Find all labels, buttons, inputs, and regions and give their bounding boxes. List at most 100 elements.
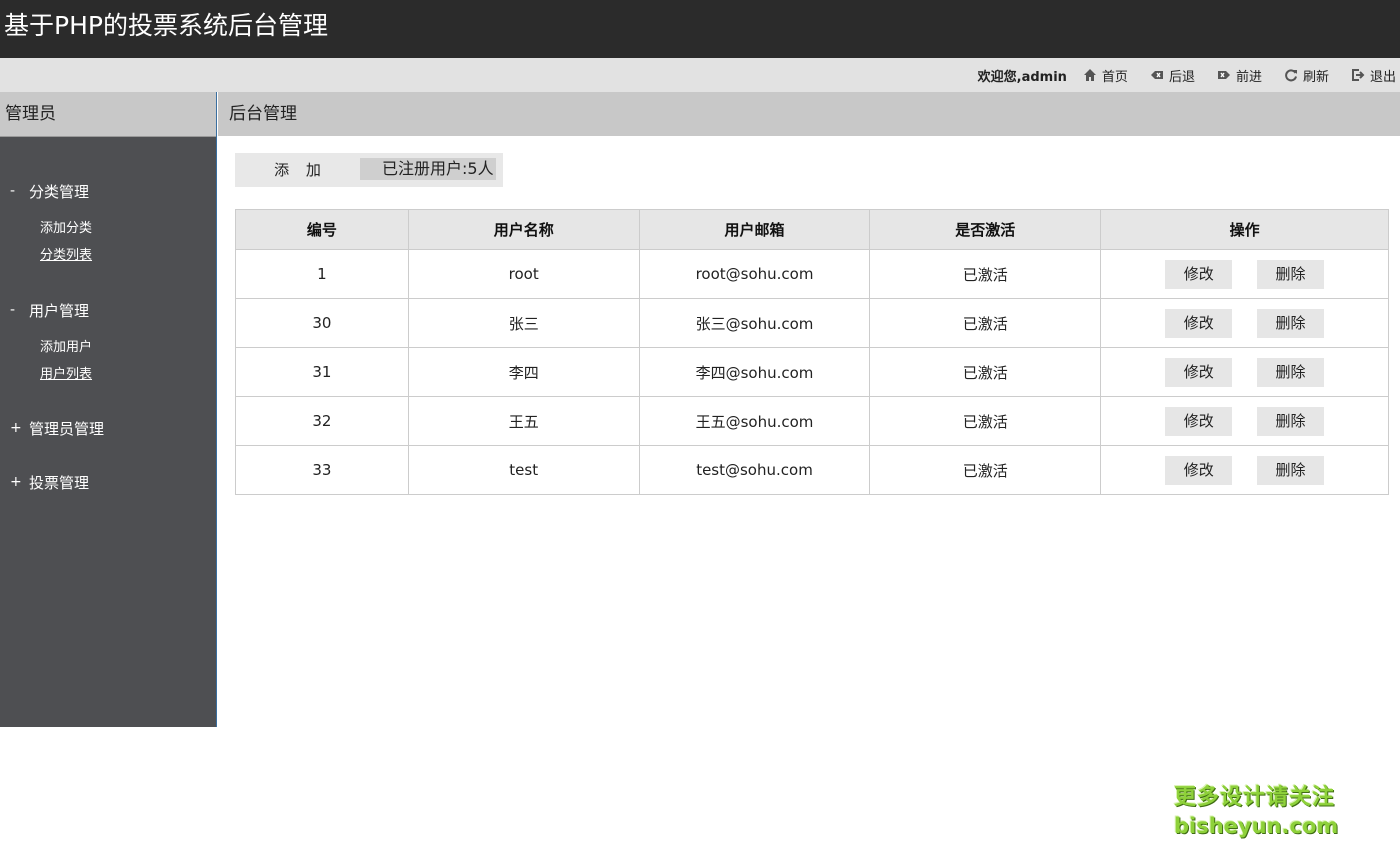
logout-icon: [1351, 69, 1365, 81]
column-header-active: 是否激活: [869, 209, 1102, 250]
cell-id: 30: [235, 298, 409, 348]
cell-email: 张三@sohu.com: [638, 298, 871, 348]
cell-id: 1: [235, 249, 409, 299]
menu-category-label: 分类管理: [29, 182, 90, 201]
column-header-name: 用户名称: [407, 209, 640, 250]
cell-id: 31: [235, 347, 409, 397]
cell-active: 已激活: [869, 249, 1102, 299]
column-header-actions: 操作: [1100, 209, 1389, 250]
menu-user-list[interactable]: 用户列表: [0, 366, 216, 384]
menu-user-list-label: 用户列表: [40, 367, 93, 382]
menu-category-list-label: 分类列表: [40, 248, 93, 263]
nav-forward[interactable]: 前进: [1217, 66, 1262, 85]
user-table: 编号 用户名称 用户邮箱 是否激活 操作 1 root root@sohu.co…: [235, 209, 1389, 495]
action-bar: 添 加 已注册用户:5人: [235, 153, 503, 187]
table-header-row: 编号 用户名称 用户邮箱 是否激活 操作: [235, 209, 1389, 250]
menu-category-toggle[interactable]: - 分类管理: [0, 180, 216, 202]
table-row: 31 李四 李四@sohu.com 已激活 修改 删除: [235, 347, 1389, 397]
column-header-email: 用户邮箱: [638, 209, 871, 250]
delete-button[interactable]: 删除: [1256, 259, 1324, 289]
menu-group-category: - 分类管理 添加分类 分类列表: [0, 180, 216, 265]
menu-add-user[interactable]: 添加用户: [0, 339, 216, 357]
cell-actions: 修改 删除: [1100, 396, 1389, 446]
edit-button[interactable]: 修改: [1165, 357, 1233, 387]
cell-name: 李四: [407, 347, 640, 397]
cell-id: 32: [235, 396, 409, 446]
edit-button[interactable]: 修改: [1165, 406, 1233, 436]
nav-logout-label: 退出: [1369, 69, 1396, 85]
nav-refresh-label: 刷新: [1302, 69, 1329, 85]
menu-category-list[interactable]: 分类列表: [0, 247, 216, 265]
cell-name: 王五: [407, 396, 640, 446]
nav-forward-label: 前进: [1235, 69, 1262, 85]
delete-button[interactable]: 删除: [1256, 406, 1324, 436]
watermark-line1: 更多设计请关注: [1174, 785, 1336, 810]
cell-email: test@sohu.com: [638, 445, 871, 495]
sidebar-title: 管理员: [0, 92, 216, 137]
table-row: 32 王五 王五@sohu.com 已激活 修改 删除: [235, 396, 1389, 446]
table-row: 33 test test@sohu.com 已激活 修改 删除: [235, 445, 1389, 495]
table-row: 1 root root@sohu.com 已激活 修改 删除: [235, 249, 1389, 299]
menu-group-user: - 用户管理 添加用户 用户列表: [0, 299, 216, 384]
menu-add-category-label: 添加分类: [40, 221, 93, 236]
nav-back[interactable]: 后退: [1150, 66, 1195, 85]
collapse-sign: -: [10, 183, 16, 199]
cell-actions: 修改 删除: [1100, 298, 1389, 348]
delete-button[interactable]: 删除: [1256, 357, 1324, 387]
refresh-icon: [1285, 69, 1297, 82]
menu-add-user-label: 添加用户: [40, 340, 93, 355]
column-header-id: 编号: [235, 209, 409, 250]
menu-vote-toggle[interactable]: + 投票管理: [0, 471, 216, 493]
cell-active: 已激活: [869, 445, 1102, 495]
home-icon: [1083, 69, 1096, 81]
cell-actions: 修改 删除: [1100, 347, 1389, 397]
menu-vote-label: 投票管理: [29, 473, 90, 492]
menu-admin-label: 管理员管理: [29, 419, 105, 438]
delete-button[interactable]: 删除: [1256, 455, 1324, 485]
edit-button[interactable]: 修改: [1165, 308, 1233, 338]
app-title: 基于PHP的投票系统后台管理: [4, 11, 328, 40]
menu-user-label: 用户管理: [29, 301, 90, 320]
table-row: 30 张三 张三@sohu.com 已激活 修改 删除: [235, 298, 1389, 348]
watermark-line2: bisheyun.com: [1174, 814, 1339, 838]
top-bar: 基于PHP的投票系统后台管理: [0, 0, 1400, 58]
cell-email: 王五@sohu.com: [638, 396, 871, 446]
toolbar: 欢迎您,admin 首页 后退 前进 刷新 退出: [0, 58, 1400, 92]
forward-icon: [1217, 71, 1230, 79]
user-count: 已注册用户:5人: [360, 158, 496, 180]
cell-id: 33: [235, 445, 409, 495]
nav-back-label: 后退: [1168, 69, 1195, 85]
cell-email: root@sohu.com: [638, 249, 871, 299]
nav-refresh[interactable]: 刷新: [1284, 66, 1329, 85]
nav-home[interactable]: 首页: [1083, 66, 1128, 85]
back-icon: [1150, 71, 1163, 79]
nav-logout[interactable]: 退出: [1351, 66, 1396, 85]
sidebar: 管理员 - 分类管理 添加分类 分类列表 - 用户管理 添加用户 用户列表 + …: [0, 92, 217, 727]
cell-active: 已激活: [869, 298, 1102, 348]
nav-home-label: 首页: [1101, 69, 1128, 85]
cell-actions: 修改 删除: [1100, 249, 1389, 299]
menu-user-toggle[interactable]: - 用户管理: [0, 299, 216, 321]
collapse-sign: -: [10, 302, 16, 318]
cell-active: 已激活: [869, 396, 1102, 446]
cell-name: root: [407, 249, 640, 299]
cell-actions: 修改 删除: [1100, 445, 1389, 495]
content-title: 后台管理: [218, 92, 1400, 136]
cell-name: test: [407, 445, 640, 495]
cell-active: 已激活: [869, 347, 1102, 397]
edit-button[interactable]: 修改: [1165, 259, 1233, 289]
menu-admin-toggle[interactable]: + 管理员管理: [0, 417, 216, 439]
menu-group-admin: + 管理员管理: [0, 417, 216, 439]
edit-button[interactable]: 修改: [1165, 455, 1233, 485]
watermark: 更多设计请关注 bisheyun.com: [1174, 784, 1344, 840]
menu-add-category[interactable]: 添加分类: [0, 220, 216, 238]
menu-group-vote: + 投票管理: [0, 471, 216, 493]
cell-name: 张三: [407, 298, 640, 348]
expand-sign: +: [10, 474, 22, 490]
welcome-text: 欢迎您,admin: [977, 69, 1067, 85]
add-button[interactable]: 添 加: [235, 153, 360, 187]
expand-sign: +: [10, 420, 22, 436]
toolbar-links: 欢迎您,admin 首页 后退 前进 刷新 退出: [978, 58, 1396, 92]
cell-email: 李四@sohu.com: [638, 347, 871, 397]
delete-button[interactable]: 删除: [1256, 308, 1324, 338]
